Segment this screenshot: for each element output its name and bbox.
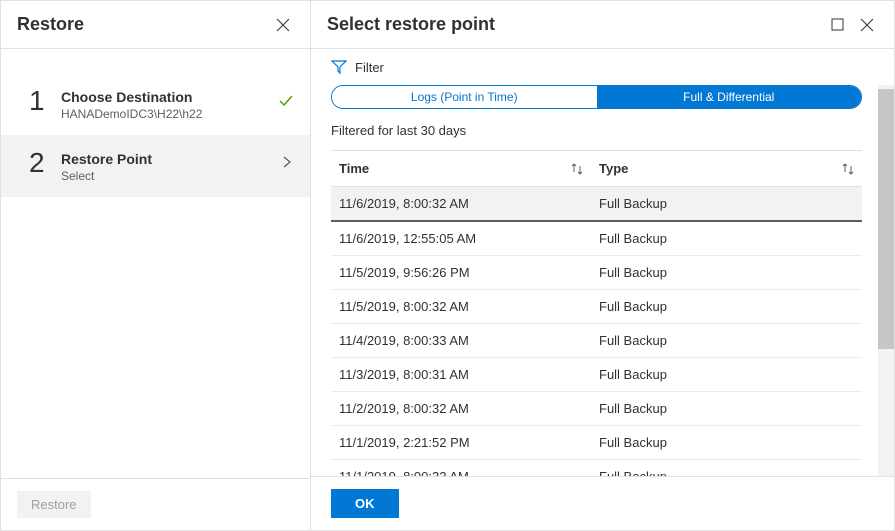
cell-type: Full Backup [591,358,862,391]
filter-icon [331,59,347,75]
step-title: Choose Destination [61,89,278,105]
cell-time: 11/5/2019, 8:00:32 AM [331,290,591,323]
content-area: Logs (Point in Time) Full & Differential… [311,85,894,476]
step-content: Restore Point Select [61,149,280,183]
cell-type: Full Backup [591,324,862,357]
table-row[interactable]: 11/6/2019, 12:55:05 AMFull Backup [331,222,862,256]
tab-logs[interactable]: Logs (Point in Time) [332,86,597,108]
column-header-type[interactable]: Type [591,151,862,186]
column-header-time-label: Time [339,161,369,176]
close-icon [860,18,874,32]
cell-time: 11/6/2019, 8:00:32 AM [331,187,591,220]
column-header-time[interactable]: Time [331,151,591,186]
select-restore-point-panel: Select restore point Filter Logs (Point … [311,1,894,530]
sort-icon [842,162,854,176]
column-header-type-label: Type [599,161,628,176]
cell-type: Full Backup [591,256,862,289]
select-restore-point-header: Select restore point [311,1,894,49]
close-select-button[interactable] [856,14,878,36]
cell-time: 11/5/2019, 9:56:26 PM [331,256,591,289]
table-row[interactable]: 11/1/2019, 8:00:32 AMFull Backup [331,460,862,476]
cell-type: Full Backup [591,426,862,459]
cell-type: Full Backup [591,392,862,425]
step-number: 2 [29,149,61,177]
table-header: Time Type [331,150,862,187]
restore-header: Restore [1,1,310,49]
step-number: 1 [29,87,61,115]
table-row[interactable]: 11/4/2019, 8:00:33 AMFull Backup [331,324,862,358]
step-completed-indicator [278,87,294,109]
filter-bar[interactable]: Filter [311,49,894,85]
sort-icon [571,162,583,176]
table-row[interactable]: 11/6/2019, 8:00:32 AMFull Backup [331,187,862,222]
cell-type: Full Backup [591,460,862,476]
maximize-icon [831,18,844,31]
step-subtitle: Select [61,169,280,183]
restore-type-tabs: Logs (Point in Time) Full & Differential [331,85,862,109]
table-row[interactable]: 11/5/2019, 8:00:32 AMFull Backup [331,290,862,324]
scrollbar[interactable] [878,85,894,476]
table-row[interactable]: 11/1/2019, 2:21:52 PMFull Backup [331,426,862,460]
filter-label: Filter [355,60,384,75]
step-expand-indicator [280,149,294,169]
cell-type: Full Backup [591,187,862,220]
content-main: Logs (Point in Time) Full & Differential… [311,85,878,476]
cell-time: 11/2/2019, 8:00:32 AM [331,392,591,425]
checkmark-icon [278,93,294,109]
wizard-steps: 1 Choose Destination HANADemoIDC3\H22\h2… [1,49,310,478]
restore-footer: Restore [1,478,310,530]
cell-type: Full Backup [591,290,862,323]
restore-panel: Restore 1 Choose Destination HANADemoIDC… [1,1,311,530]
table-row[interactable]: 11/2/2019, 8:00:32 AMFull Backup [331,392,862,426]
scrollbar-thumb[interactable] [878,89,894,349]
chevron-right-icon [280,155,294,169]
maximize-button[interactable] [827,14,848,36]
ok-button[interactable]: OK [331,489,399,518]
step-subtitle: HANADemoIDC3\H22\h22 [61,107,278,121]
select-footer: OK [311,476,894,530]
step-choose-destination[interactable]: 1 Choose Destination HANADemoIDC3\H22\h2… [1,73,310,135]
close-icon [276,18,290,32]
cell-time: 11/3/2019, 8:00:31 AM [331,358,591,391]
step-content: Choose Destination HANADemoIDC3\H22\h22 [61,87,278,121]
step-title: Restore Point [61,151,280,167]
cell-time: 11/1/2019, 2:21:52 PM [331,426,591,459]
restore-points-table: 11/6/2019, 8:00:32 AMFull Backup11/6/201… [331,187,862,476]
table-row[interactable]: 11/3/2019, 8:00:31 AMFull Backup [331,358,862,392]
select-restore-point-title: Select restore point [327,14,495,35]
cell-time: 11/6/2019, 12:55:05 AM [331,222,591,255]
restore-button[interactable]: Restore [17,491,91,518]
cell-time: 11/1/2019, 8:00:32 AM [331,460,591,476]
step-restore-point[interactable]: 2 Restore Point Select [1,135,310,197]
table-row[interactable]: 11/5/2019, 9:56:26 PMFull Backup [331,256,862,290]
cell-type: Full Backup [591,222,862,255]
tab-full-differential[interactable]: Full & Differential [597,86,862,108]
close-restore-button[interactable] [272,14,294,36]
cell-time: 11/4/2019, 8:00:33 AM [331,324,591,357]
filter-info: Filtered for last 30 days [331,123,862,138]
restore-title: Restore [17,14,84,35]
header-icons [827,14,878,36]
